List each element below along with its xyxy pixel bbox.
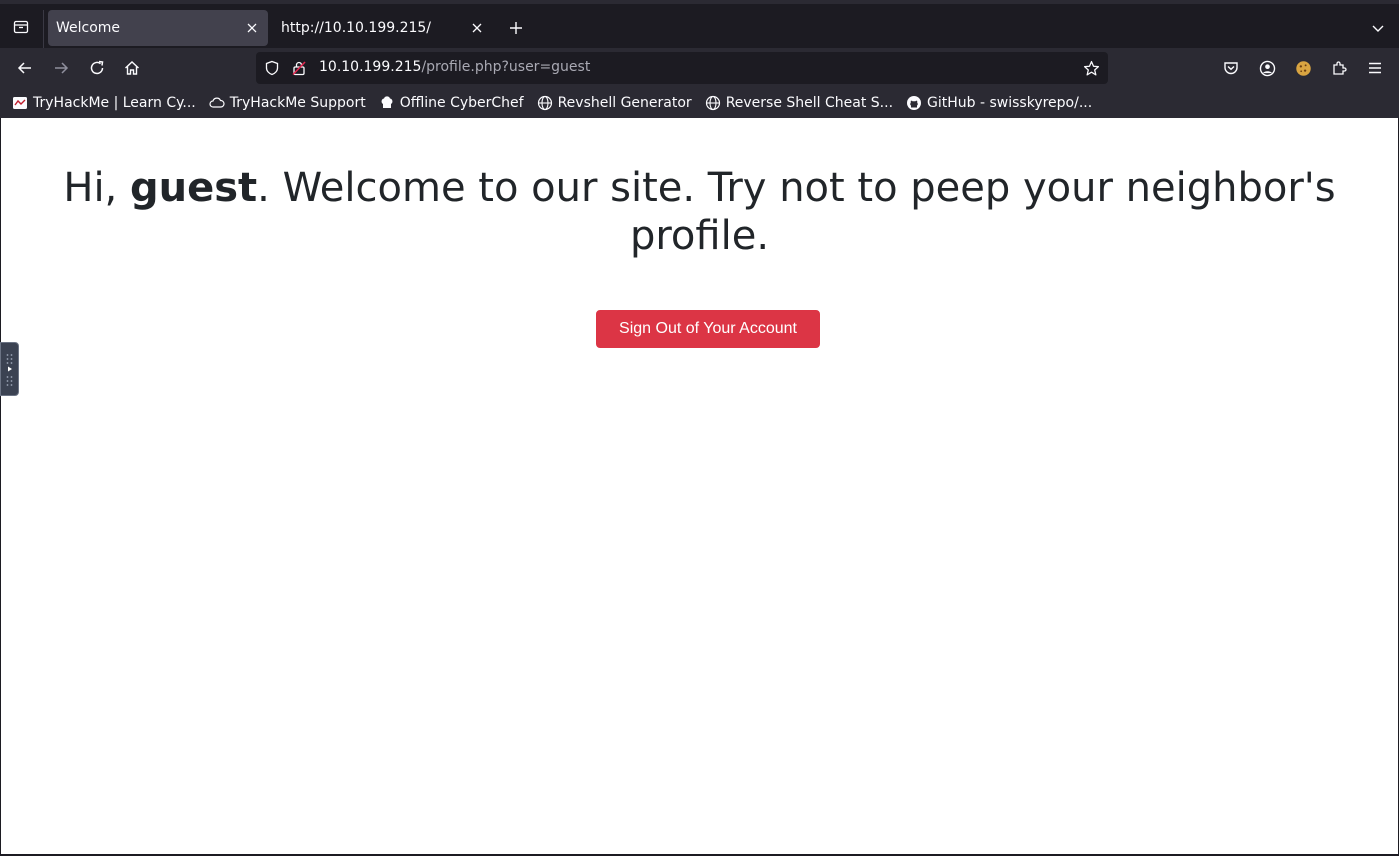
home-button[interactable]	[117, 53, 147, 83]
close-icon	[247, 23, 257, 33]
bookmark-star-button[interactable]	[1080, 57, 1102, 79]
back-button[interactable]	[10, 53, 40, 83]
firefox-view-icon	[13, 20, 29, 34]
bookmark-github-swisskyrepo[interactable]: GitHub - swisskyrepo/...	[906, 95, 1092, 111]
bookmark-tryhackme-support[interactable]: TryHackMe Support	[209, 95, 366, 111]
back-arrow-icon	[17, 62, 31, 74]
tab-label: http://10.10.199.215/	[281, 20, 432, 36]
insecure-lock-icon[interactable]	[289, 58, 309, 78]
url-path: /profile.php?user=guest	[421, 59, 591, 75]
bookmark-reverse-shell-cheat-sheet[interactable]: Reverse Shell Cheat S...	[705, 95, 893, 111]
star-icon	[1083, 60, 1099, 76]
github-icon	[906, 95, 922, 111]
bookmark-label: TryHackMe | Learn Cy...	[33, 95, 196, 111]
globe-icon	[705, 95, 721, 111]
reload-icon	[90, 60, 104, 75]
tab-ip-address[interactable]: http://10.10.199.215/	[273, 10, 493, 46]
bookmark-label: Revshell Generator	[557, 95, 692, 111]
page-content: Hi, guest. Welcome to our site. Try not …	[1, 118, 1398, 854]
tab-welcome[interactable]: Welcome	[48, 10, 268, 46]
cookie-icon	[1295, 60, 1311, 76]
bookmark-offline-cyberchef[interactable]: Offline CyberChef	[379, 95, 524, 111]
firefox-view-button[interactable]	[6, 12, 36, 42]
account-icon	[1259, 60, 1275, 76]
play-icon	[6, 354, 12, 386]
app-menu-button[interactable]	[1360, 53, 1390, 83]
globe-icon	[537, 95, 553, 111]
extensions-button[interactable]	[1324, 53, 1354, 83]
browser-window: Welcome http://10.10.199.215/ 10.10.199.…	[0, 0, 1399, 856]
bookmark-revshell-generator[interactable]: Revshell Generator	[537, 95, 692, 111]
chef-icon	[379, 95, 395, 111]
bookmark-tryhackme[interactable]: TryHackMe | Learn Cy...	[12, 95, 196, 111]
welcome-heading: Hi, guest. Welcome to our site. Try not …	[1, 164, 1398, 260]
close-icon	[472, 23, 482, 33]
cookie-extension-button[interactable]	[1288, 53, 1318, 83]
bookmarks-toolbar: TryHackMe | Learn Cy... TryHackMe Suppor…	[0, 88, 1399, 118]
puzzle-icon	[1333, 61, 1347, 75]
plus-icon	[510, 22, 522, 34]
forward-button[interactable]	[46, 53, 76, 83]
tracking-protection-icon[interactable]	[262, 58, 282, 78]
account-button[interactable]	[1252, 53, 1282, 83]
bookmark-label: GitHub - swisskyrepo/...	[927, 95, 1093, 111]
username: guest	[129, 165, 258, 211]
pocket-icon	[1224, 62, 1238, 75]
url-bar[interactable]: 10.10.199.215/profile.php?user=guest	[256, 52, 1108, 84]
sidebar-handle[interactable]	[0, 342, 19, 396]
tab-close-button[interactable]	[240, 16, 264, 40]
hamburger-menu-icon	[1369, 62, 1381, 74]
navigation-toolbar: 10.10.199.215/profile.php?user=guest	[0, 48, 1399, 88]
url-host: 10.10.199.215	[319, 59, 422, 75]
chevron-down-icon	[1372, 25, 1384, 32]
forward-arrow-icon	[55, 62, 69, 74]
tab-separator	[43, 10, 44, 48]
url-text[interactable]: 10.10.199.215/profile.php?user=guest	[319, 59, 590, 75]
tab-label: Welcome	[56, 20, 121, 36]
sign-out-button[interactable]: Sign Out of Your Account	[596, 310, 820, 348]
tryhackme-icon	[12, 95, 28, 111]
greeting-suffix: . Welcome to our site. Try not to peep y…	[257, 165, 1336, 259]
bookmark-label: TryHackMe Support	[229, 95, 366, 111]
new-tab-button[interactable]	[503, 15, 529, 41]
tab-strip: Welcome http://10.10.199.215/	[0, 0, 1399, 48]
cloud-icon	[209, 95, 225, 111]
bookmark-label: Reverse Shell Cheat S...	[725, 95, 894, 111]
tab-close-button[interactable]	[465, 16, 489, 40]
bookmark-label: Offline CyberChef	[399, 95, 524, 111]
reload-button[interactable]	[82, 53, 112, 83]
list-all-tabs-button[interactable]	[1365, 15, 1391, 41]
home-icon	[125, 61, 139, 75]
pocket-button[interactable]	[1216, 53, 1246, 83]
greeting-prefix: Hi,	[63, 165, 130, 211]
